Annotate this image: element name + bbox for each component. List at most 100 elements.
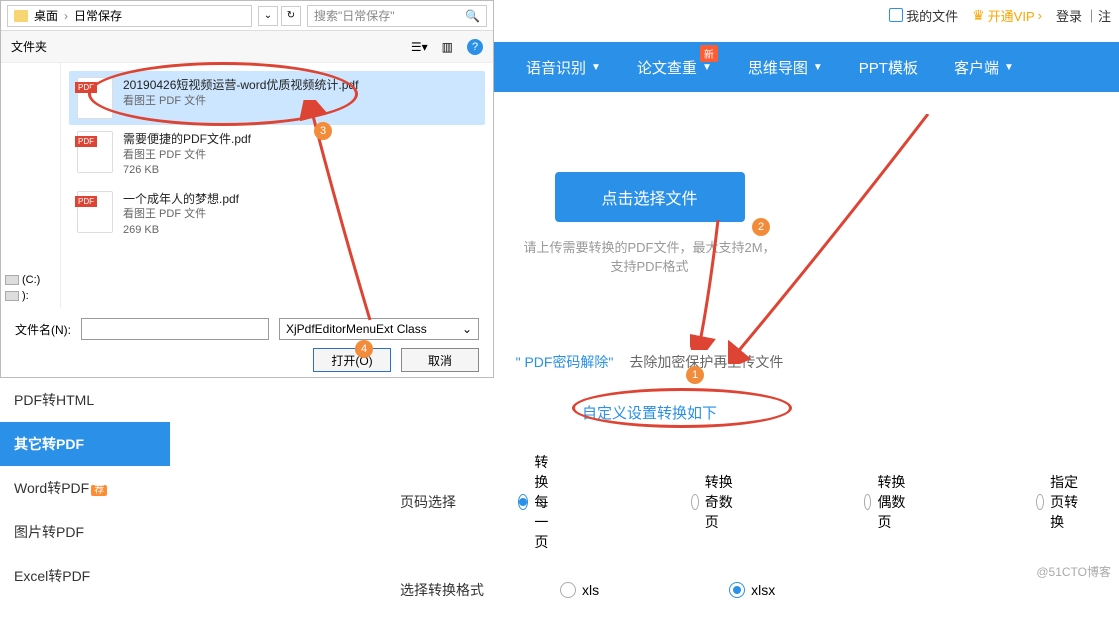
- annotation-number: 4: [355, 340, 373, 358]
- watermark: @51CTO博客: [1036, 563, 1111, 580]
- search-icon: 🔍: [465, 9, 480, 23]
- view-list-icon[interactable]: ☰▾: [411, 40, 428, 54]
- drive-label: (C:): [22, 274, 40, 286]
- pdf-icon: [77, 131, 113, 173]
- custom-settings-title: 自定义设置转换如下: [582, 402, 717, 423]
- address-bar[interactable]: 桌面 › 日常保存: [7, 5, 252, 27]
- radio-label: 指定页转换: [1050, 472, 1079, 532]
- login-label: 登录: [1056, 6, 1082, 25]
- reg-sep: ｜注: [1085, 6, 1111, 25]
- annotation-number: 1: [686, 366, 704, 384]
- nav-mindmap[interactable]: 思维导图 ▼: [732, 57, 839, 78]
- annotation-number: 2: [752, 218, 770, 236]
- nav-label: 论文查重: [637, 57, 697, 78]
- filetype-value: XjPdfEditorMenuExt Class: [286, 322, 427, 336]
- chevron-down-icon: ▼: [1004, 62, 1014, 73]
- radio-even-pages[interactable]: 转换偶数页: [864, 452, 907, 552]
- chevron-down-icon: ▼: [813, 62, 823, 73]
- radio-odd-pages[interactable]: 转换奇数页: [691, 452, 734, 552]
- file-name: 一个成年人的梦想.pdf: [123, 191, 239, 208]
- drive-icon: [5, 275, 19, 285]
- upload-button[interactable]: 点击选择文件: [555, 172, 745, 222]
- doc-icon: [889, 8, 903, 22]
- file-item[interactable]: 20190426短视频运营-word优质视频统计.pdf 看图王 PDF 文件: [69, 71, 485, 125]
- view-tiles-icon[interactable]: ▥: [442, 40, 453, 54]
- pwd-hint: 去除加密保护再上传文件: [629, 352, 783, 372]
- file-type: 看图王 PDF 文件: [123, 207, 239, 222]
- file-open-dialog: 桌面 › 日常保存 ⌄ ↻ 搜索"日常保存" 🔍 文件夹 ☰▾ ▥ ? (C:)…: [0, 0, 494, 378]
- sidebar-item-other2pdf[interactable]: 其它转PDF: [0, 422, 170, 466]
- nav-label: 思维导图: [748, 57, 808, 78]
- nav-client[interactable]: 客户端 ▼: [938, 57, 1030, 78]
- sidebar-item-word2pdf[interactable]: Word转PDF荐: [0, 466, 170, 510]
- crown-icon: ♛: [972, 7, 985, 24]
- radio-every-page[interactable]: 转换每一页: [518, 452, 561, 552]
- sidebar: PDF转HTML 其它转PDF Word转PDF荐 图片转PDF Excel转P…: [0, 378, 170, 598]
- nav-label: PPT模板: [859, 57, 918, 78]
- file-size: 269 KB: [123, 223, 239, 238]
- pdf-icon: [77, 77, 113, 119]
- vip-arrow-icon: ›: [1038, 8, 1042, 23]
- sidebar-item-excel2pdf[interactable]: Excel转PDF: [0, 554, 170, 598]
- chevron-down-icon: ⌄: [462, 322, 472, 336]
- nav-thesis[interactable]: 新论文查重▼: [621, 57, 728, 78]
- pdf-password-link[interactable]: " PDF密码解除": [516, 352, 614, 372]
- file-item[interactable]: 需要便捷的PDF文件.pdf 看图王 PDF 文件 726 KB: [69, 125, 485, 185]
- file-item[interactable]: 一个成年人的梦想.pdf 看图王 PDF 文件 269 KB: [69, 185, 485, 245]
- filename-label: 文件名(N):: [15, 321, 71, 338]
- file-type: 看图王 PDF 文件: [123, 148, 251, 163]
- radio-label: xlsx: [751, 582, 775, 598]
- radio-label: 转换每一页: [534, 452, 561, 552]
- cancel-button[interactable]: 取消: [401, 348, 479, 372]
- nav-ppt[interactable]: PPT模板: [843, 57, 934, 78]
- folder-icon: [14, 10, 28, 22]
- nav-badge-new: 新: [700, 45, 718, 62]
- drive-d[interactable]: ):: [5, 290, 56, 302]
- file-name: 需要便捷的PDF文件.pdf: [123, 131, 251, 148]
- radio-xlsx[interactable]: xlsx: [729, 582, 775, 598]
- breadcrumb-desktop[interactable]: 桌面: [34, 7, 58, 24]
- breadcrumb-folder[interactable]: 日常保存: [74, 7, 122, 24]
- filetype-select[interactable]: XjPdfEditorMenuExt Class ⌄: [279, 318, 479, 340]
- recommend-badge: 荐: [91, 485, 107, 496]
- vip-link[interactable]: ♛开通VIP›: [972, 6, 1042, 25]
- vip-label: 开通VIP: [988, 6, 1035, 25]
- file-type: 看图王 PDF 文件: [123, 94, 358, 109]
- upload-hint: 请上传需要转换的PDF文件，最大支持2M，支持PDF格式: [450, 237, 850, 275]
- open-button[interactable]: 打开(O): [313, 348, 391, 372]
- radio-xls[interactable]: xls: [560, 582, 599, 598]
- chevron-down-icon: ▼: [591, 62, 601, 73]
- drive-label: ):: [22, 290, 29, 302]
- help-icon[interactable]: ?: [467, 39, 483, 55]
- new-folder-label[interactable]: 文件夹: [11, 38, 47, 55]
- format-select-label: 选择转换格式: [400, 580, 560, 600]
- my-files-label: 我的文件: [906, 6, 958, 25]
- nav-label: 客户端: [954, 57, 999, 78]
- pdf-icon: [77, 191, 113, 233]
- search-placeholder: 搜索"日常保存": [314, 7, 395, 24]
- dialog-sidebar: (C:) ):: [1, 63, 61, 308]
- login-link[interactable]: 登录｜注: [1056, 6, 1111, 25]
- chevron-down-icon: ▼: [702, 62, 712, 73]
- drive-c[interactable]: (C:): [5, 274, 56, 286]
- radio-label: 转换奇数页: [705, 472, 734, 532]
- refresh-button[interactable]: ↻: [281, 6, 301, 26]
- chevron-right-icon: ›: [64, 9, 68, 23]
- nav-speech[interactable]: 语音识别 ▼: [510, 57, 617, 78]
- annotation-number: 3: [314, 122, 332, 140]
- drive-icon: [5, 291, 19, 301]
- nav-label: 语音识别: [526, 57, 586, 78]
- file-name: 20190426短视频运营-word优质视频统计.pdf: [123, 77, 358, 94]
- file-size: 726 KB: [123, 163, 251, 178]
- sidebar-item-pdf2html[interactable]: PDF转HTML: [0, 378, 170, 422]
- radio-label: xls: [582, 582, 599, 598]
- radio-label: 转换偶数页: [877, 472, 906, 532]
- my-files-link[interactable]: 我的文件: [889, 6, 958, 25]
- radio-specific-pages[interactable]: 指定页转换: [1036, 452, 1079, 552]
- file-list: 20190426短视频运营-word优质视频统计.pdf 看图王 PDF 文件 …: [61, 63, 493, 308]
- sidebar-item-img2pdf[interactable]: 图片转PDF: [0, 510, 170, 554]
- page-select-label: 页码选择: [400, 492, 518, 512]
- filename-input[interactable]: [81, 318, 269, 340]
- search-input[interactable]: 搜索"日常保存" 🔍: [307, 5, 487, 27]
- nav-dropdown[interactable]: ⌄: [258, 6, 278, 26]
